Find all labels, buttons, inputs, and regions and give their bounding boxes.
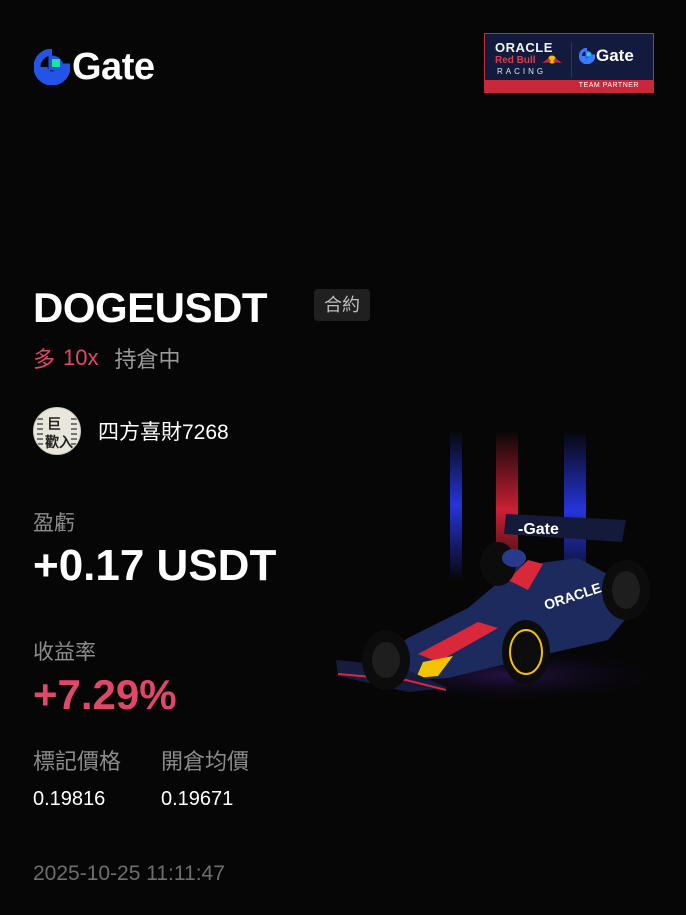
team-partner-tag: TEAM PARTNER <box>485 80 653 92</box>
avatar-decoration-right <box>71 418 77 446</box>
brand-name: Gate <box>72 46 155 88</box>
partner-divider <box>571 42 572 78</box>
avatar: 巨 歡入 <box>33 407 81 455</box>
gate-logo-icon <box>34 49 70 85</box>
team-partner-badge: ORACLE Red Bull RACING Gate TEAM PARTNER <box>484 33 654 93</box>
avatar-decoration-left <box>37 418 43 446</box>
timestamp: 2025-10-25 11:11:47 <box>33 862 225 885</box>
partner-gate-logo: Gate <box>579 46 634 66</box>
car-livery-text: -Gate <box>518 521 559 538</box>
position-status: 持倉中 <box>114 347 181 372</box>
pnl-label: 盈虧 <box>33 512 75 535</box>
roi-value: +7.29% <box>33 671 177 718</box>
contract-symbol: DOGEUSDT <box>33 284 268 331</box>
gate-logo-icon <box>579 48 595 64</box>
username: 四方喜財7268 <box>98 421 229 444</box>
position-info: 多 10x 持倉中 <box>33 342 181 374</box>
roi-label: 收益率 <box>33 641 96 664</box>
partner-gate-text: Gate <box>596 46 634 65</box>
contract-type-badge: 合約 <box>314 289 370 321</box>
user-info: 巨 歡入 四方喜財7268 <box>33 407 229 455</box>
leverage: 10x <box>63 345 99 370</box>
entry-price-label: 開倉均價 <box>161 749 250 774</box>
pnl-value: +0.17 USDT <box>33 541 277 590</box>
entry-price-value: 0.19671 <box>161 788 234 810</box>
mark-price-value: 0.19816 <box>33 788 106 810</box>
avatar-text-bottom: 歡入 <box>45 434 73 450</box>
f1-car-image: -Gate ORACLE <box>333 430 683 705</box>
mark-price-label: 標記價格 <box>33 749 122 774</box>
avatar-text-top: 巨 <box>47 416 61 432</box>
redbull-label: Red Bull <box>495 55 536 66</box>
bull-icon <box>542 55 562 64</box>
gate-brand-logo: Gate <box>34 46 155 88</box>
racing-label: RACING <box>497 67 547 76</box>
oracle-label: ORACLE <box>495 40 553 55</box>
position-side: 多 <box>33 347 56 372</box>
